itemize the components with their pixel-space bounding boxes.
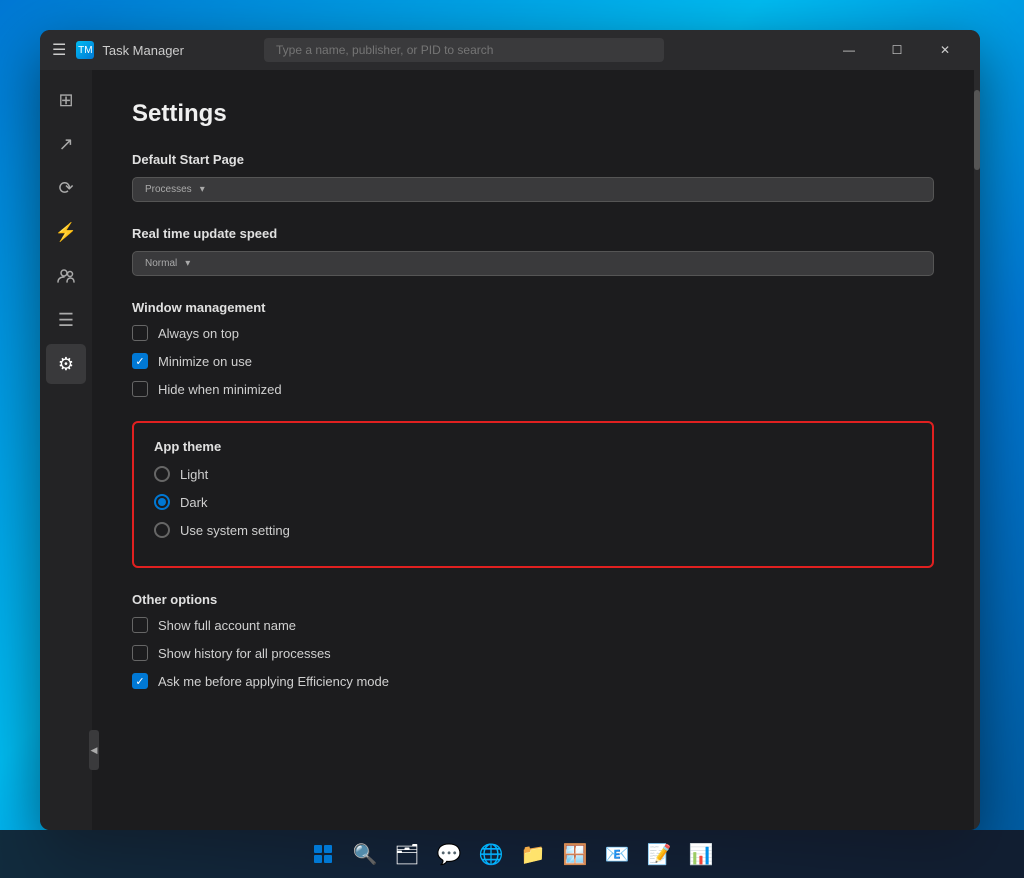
window-management-section: Window management Always on top Minimize…	[132, 300, 934, 397]
scrollbar-track[interactable]	[974, 70, 980, 830]
theme-light-label: Light	[180, 467, 208, 482]
update-speed-label: Real time update speed	[132, 226, 934, 241]
show-account-name-label: Show full account name	[158, 618, 296, 633]
taskbar-monitor-icon[interactable]: 📊	[683, 836, 719, 872]
scrollbar-thumb[interactable]	[974, 90, 980, 170]
app-title: Task Manager	[102, 43, 184, 58]
show-history-row[interactable]: Show history for all processes	[132, 645, 934, 661]
settings-content: Settings Default Start Page Processes ▾ …	[92, 70, 974, 830]
taskbar-search-icon[interactable]: 🔍	[347, 836, 383, 872]
sidebar-item-details[interactable]: ☰	[46, 300, 86, 340]
menu-icon[interactable]: ☰	[52, 40, 66, 60]
sidebar-item-processes[interactable]: ⊞	[46, 80, 86, 120]
hide-when-minimized-row[interactable]: Hide when minimized	[132, 381, 934, 397]
main-area: ⊞ ↗ ⟳ ⚡ ☰ ⚙ Settings Defau	[40, 70, 980, 830]
sidebar-item-settings[interactable]: ⚙	[46, 344, 86, 384]
hide-when-minimized-checkbox[interactable]	[132, 381, 148, 397]
default-start-page-dropdown[interactable]: Processes ▾	[132, 177, 934, 202]
theme-system-label: Use system setting	[180, 523, 290, 538]
page-title: Settings	[132, 100, 934, 128]
window-controls: — ☐ ✕	[826, 34, 968, 66]
default-start-page-label: Default Start Page	[132, 152, 934, 167]
theme-dark-label: Dark	[180, 495, 207, 510]
always-on-top-label: Always on top	[158, 326, 239, 341]
app-theme-label: App theme	[154, 439, 912, 454]
sidebar: ⊞ ↗ ⟳ ⚡ ☰ ⚙	[40, 70, 92, 830]
theme-dark-radio[interactable]	[154, 494, 170, 510]
update-speed-section: Real time update speed Normal ▾	[132, 226, 934, 276]
taskbar: 🔍 🗂 💬 🌐 📁 🪟 📧 📝 📊	[0, 830, 1024, 878]
taskbar-chat-icon[interactable]: 💬	[431, 836, 467, 872]
sidebar-collapse-button[interactable]: ◀	[89, 730, 99, 770]
dropdown-arrow-icon-2: ▾	[185, 258, 190, 269]
always-on-top-row[interactable]: Always on top	[132, 325, 934, 341]
other-options-label: Other options	[132, 592, 934, 607]
taskbar-word-icon[interactable]: 📝	[641, 836, 677, 872]
show-history-label: Show history for all processes	[158, 646, 331, 661]
taskbar-file-icon[interactable]: 🗂	[389, 836, 425, 872]
minimize-on-use-checkbox[interactable]	[132, 353, 148, 369]
sidebar-item-history[interactable]: ⟳	[46, 168, 86, 208]
minimize-button[interactable]: —	[826, 34, 872, 66]
sidebar-item-performance[interactable]: ↗	[46, 124, 86, 164]
theme-light-radio[interactable]	[154, 466, 170, 482]
titlebar: ☰ TM Task Manager — ☐ ✕	[40, 30, 980, 70]
taskbar-explorer-icon[interactable]: 📁	[515, 836, 551, 872]
app-icon: TM	[76, 41, 94, 59]
theme-dark-row[interactable]: Dark	[154, 494, 912, 510]
maximize-button[interactable]: ☐	[874, 34, 920, 66]
efficiency-mode-label: Ask me before applying Efficiency mode	[158, 674, 389, 689]
search-container	[264, 38, 664, 62]
window-management-label: Window management	[132, 300, 934, 315]
minimize-on-use-row[interactable]: Minimize on use	[132, 353, 934, 369]
theme-system-radio[interactable]	[154, 522, 170, 538]
update-speed-dropdown[interactable]: Normal ▾	[132, 251, 934, 276]
task-manager-window: ☰ TM Task Manager — ☐ ✕ ⊞ ↗ ⟳ ⚡	[40, 30, 980, 830]
search-input[interactable]	[264, 38, 664, 62]
app-theme-section: App theme Light Dark Use system setting	[132, 421, 934, 568]
minimize-on-use-label: Minimize on use	[158, 354, 252, 369]
hide-when-minimized-label: Hide when minimized	[158, 382, 282, 397]
efficiency-mode-row[interactable]: Ask me before applying Efficiency mode	[132, 673, 934, 689]
default-start-page-section: Default Start Page Processes ▾	[132, 152, 934, 202]
efficiency-mode-checkbox[interactable]	[132, 673, 148, 689]
theme-system-row[interactable]: Use system setting	[154, 522, 912, 538]
show-account-name-checkbox[interactable]	[132, 617, 148, 633]
taskbar-start-icon[interactable]	[305, 836, 341, 872]
taskbar-browser-icon[interactable]: 🌐	[473, 836, 509, 872]
show-account-name-row[interactable]: Show full account name	[132, 617, 934, 633]
other-options-section: Other options Show full account name Sho…	[132, 592, 934, 689]
always-on-top-checkbox[interactable]	[132, 325, 148, 341]
dropdown-arrow-icon: ▾	[200, 184, 205, 195]
taskbar-store-icon[interactable]: 🪟	[557, 836, 593, 872]
close-button[interactable]: ✕	[922, 34, 968, 66]
update-speed-value: Normal	[145, 258, 177, 269]
taskbar-mail-icon[interactable]: 📧	[599, 836, 635, 872]
sidebar-item-startup[interactable]: ⚡	[46, 212, 86, 252]
default-start-page-value: Processes	[145, 184, 192, 195]
show-history-checkbox[interactable]	[132, 645, 148, 661]
sidebar-item-users[interactable]	[46, 256, 86, 296]
theme-light-row[interactable]: Light	[154, 466, 912, 482]
